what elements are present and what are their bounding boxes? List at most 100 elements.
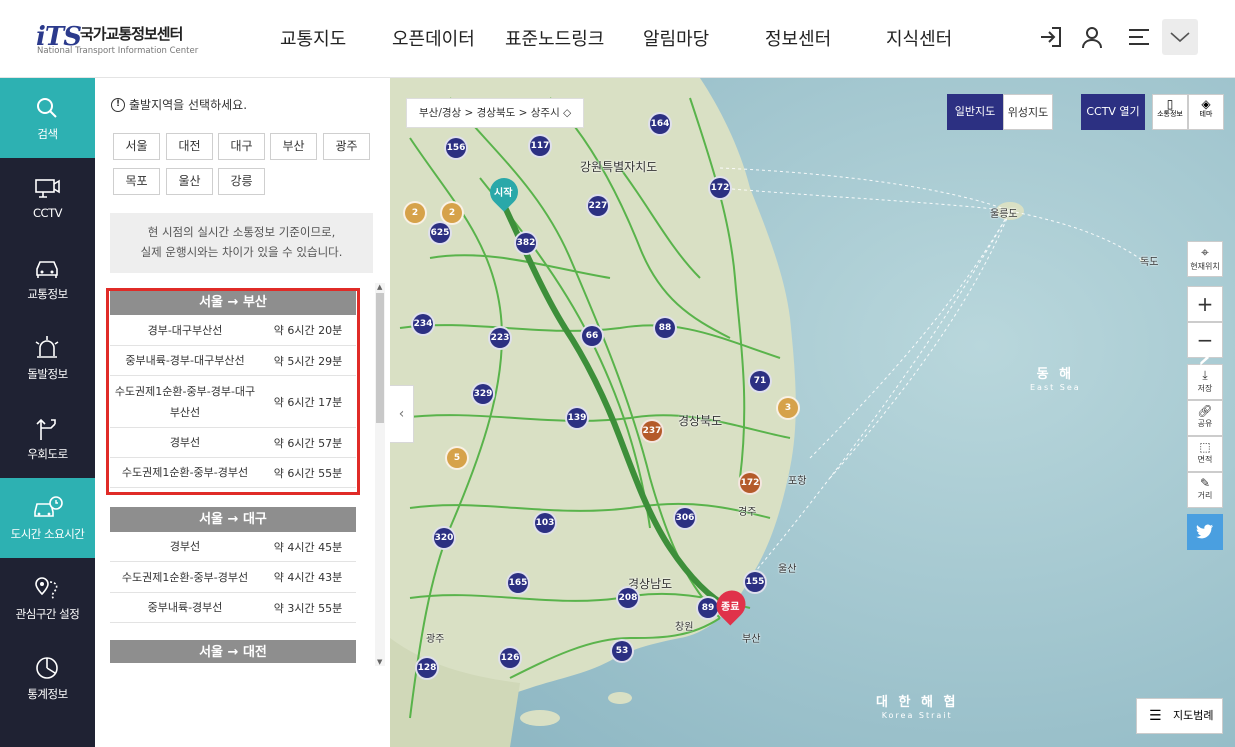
- traffic-cluster[interactable]: 164: [648, 112, 672, 136]
- sea-name-en: Korea Strait: [881, 711, 953, 720]
- sea-name-en: East Sea: [1030, 383, 1081, 392]
- cctv-open-button[interactable]: CCTV 열기: [1081, 94, 1145, 130]
- current-location-button[interactable]: ⌖ 현재위치: [1187, 241, 1223, 277]
- gnb-node-link[interactable]: 표준노드링크: [505, 25, 604, 51]
- chart-icon: [36, 657, 58, 679]
- traffic-cluster[interactable]: 103: [533, 511, 557, 535]
- login-icon[interactable]: [1036, 22, 1066, 52]
- map-legend-button[interactable]: ☰ 지도범례: [1136, 698, 1223, 734]
- traffic-map[interactable]: 강원특별자치도 경상북도 경상남도 부산 울산 포항 광주 창원 경주 울릉도 …: [390, 78, 1235, 747]
- traffic-cluster[interactable]: 128: [415, 656, 439, 680]
- scroll-down-icon[interactable]: ▼: [377, 658, 382, 666]
- route-title: 서울 → 대전: [110, 640, 356, 663]
- lnb-traffic[interactable]: 교통정보: [0, 238, 95, 318]
- traffic-cluster[interactable]: 139: [565, 406, 589, 430]
- gnb-notice[interactable]: 알림마당: [643, 25, 709, 51]
- traffic-cluster[interactable]: 66: [580, 324, 604, 348]
- traffic-cluster[interactable]: 306: [673, 506, 697, 530]
- region-breadcrumb[interactable]: 부산/경상 > 경상북도 > 상주시 ◇: [406, 98, 585, 128]
- city-button-daejeon[interactable]: 대전: [166, 133, 213, 160]
- traffic-cluster[interactable]: 155: [743, 570, 767, 594]
- chevron-right-icon[interactable]: ›: [1197, 336, 1223, 386]
- lnb-label: 교통정보: [27, 287, 68, 301]
- city-label: 부산: [742, 634, 761, 645]
- button-label: 지도범례: [1173, 709, 1214, 722]
- zoom-in-button[interactable]: +: [1187, 286, 1223, 322]
- lnb-interest-section[interactable]: 관심구간 설정: [0, 558, 95, 638]
- normal-map-button[interactable]: 일반지도: [947, 94, 1003, 130]
- traffic-cluster[interactable]: 237: [640, 419, 664, 443]
- gnb-info-center[interactable]: 정보센터: [765, 25, 831, 51]
- lnb-label: 우회도로: [27, 447, 68, 461]
- lnb-incident[interactable]: 돌발정보: [0, 318, 95, 398]
- scroll-up-icon[interactable]: ▲: [377, 283, 382, 291]
- traffic-cluster[interactable]: 320: [432, 526, 456, 550]
- traffic-cluster[interactable]: 2: [403, 201, 427, 225]
- traffic-cluster[interactable]: 126: [498, 646, 522, 670]
- lnb-statistics[interactable]: 통계정보: [0, 638, 95, 718]
- city-button-mokpo[interactable]: 목포: [113, 168, 160, 195]
- left-nav: 검색 CCTV 교통정보 돌발정보 우회도로 도시간 소요시간 관심구간 설정 …: [0, 78, 95, 747]
- lnb-city-travel-time[interactable]: 도시간 소요시간: [0, 478, 95, 558]
- traffic-cluster[interactable]: 329: [471, 382, 495, 406]
- gnb-open-data[interactable]: 오픈데이터: [392, 25, 475, 51]
- lnb-label: 관심구간 설정: [15, 607, 80, 621]
- traffic-cluster[interactable]: 165: [506, 571, 530, 595]
- satellite-map-button[interactable]: 위성지도: [1003, 94, 1053, 130]
- lnb-search[interactable]: 검색: [0, 78, 95, 158]
- user-icon[interactable]: [1077, 22, 1107, 52]
- theme-button[interactable]: ◈ 테마: [1188, 94, 1224, 130]
- distance-button[interactable]: ✎ 거리: [1187, 472, 1223, 508]
- route-time: 약 4시간 45분: [273, 540, 343, 554]
- notice-line: 현 시점의 실시간 소통정보 기준이므로,: [147, 225, 336, 239]
- ruler-icon: ✎: [1199, 476, 1211, 490]
- bus-clock-icon: [34, 496, 63, 517]
- route-row[interactable]: 경부선 약 4시간 45분: [110, 532, 356, 562]
- city-button-busan[interactable]: 부산: [270, 133, 317, 160]
- traffic-cluster[interactable]: 88: [653, 316, 677, 340]
- area-button[interactable]: ⬚ 면적: [1187, 436, 1223, 472]
- lnb-label: 통계정보: [27, 687, 68, 701]
- city-button-ulsan[interactable]: 울산: [166, 168, 213, 195]
- city-label: 광주: [426, 634, 445, 645]
- traffic-cluster[interactable]: 234: [411, 312, 435, 336]
- twitter-share-button[interactable]: [1187, 514, 1223, 550]
- island-label: 울릉도: [990, 209, 1018, 220]
- traffic-info-button[interactable]: ▯ 소통정보: [1152, 94, 1188, 130]
- menu-icon[interactable]: [1124, 22, 1154, 52]
- traffic-cluster[interactable]: 382: [514, 231, 538, 255]
- share-button[interactable]: 🔗︎ 공유: [1187, 400, 1223, 436]
- route-row[interactable]: 수도권제1순환-중부-경부선 약 4시간 43분: [110, 562, 356, 593]
- scroll-thumb[interactable]: [376, 293, 384, 423]
- gnb-traffic-map[interactable]: 교통지도: [280, 25, 346, 51]
- panel-scrollbar[interactable]: ▲ ▼: [375, 283, 385, 666]
- traffic-cluster[interactable]: 223: [488, 326, 512, 350]
- link-icon: 🔗︎: [1197, 404, 1213, 418]
- chevron-down-icon[interactable]: [1162, 19, 1198, 55]
- sea-name: 동 해: [1036, 367, 1075, 382]
- traffic-cluster[interactable]: 71: [748, 369, 772, 393]
- traffic-cluster[interactable]: 2: [440, 201, 464, 225]
- city-button-daegu[interactable]: 대구: [218, 133, 265, 160]
- route-row[interactable]: 중부내륙-경부선 약 3시간 55분: [110, 593, 356, 623]
- traffic-cluster[interactable]: 227: [586, 194, 610, 218]
- traffic-cluster[interactable]: 3: [776, 396, 800, 420]
- city-button-gangneung[interactable]: 강릉: [218, 168, 265, 195]
- lnb-detour[interactable]: 우회도로: [0, 398, 95, 478]
- panel-collapse-button[interactable]: ‹: [390, 385, 414, 443]
- city-button-seoul[interactable]: 서울: [113, 133, 160, 160]
- traffic-cluster[interactable]: 53: [610, 639, 634, 663]
- traffic-cluster[interactable]: 172: [738, 471, 762, 495]
- traffic-cluster[interactable]: 208: [616, 586, 640, 610]
- city-button-gwangju[interactable]: 광주: [323, 133, 370, 160]
- departure-prompt: ! 출발지역을 선택하세요.: [111, 96, 247, 113]
- twitter-icon: [1196, 524, 1213, 539]
- traffic-cluster[interactable]: 117: [528, 134, 552, 158]
- lnb-cctv[interactable]: CCTV: [0, 158, 95, 238]
- site-logo[interactable]: iTS 국가교통정보센터 National Transport Informat…: [36, 22, 206, 58]
- traffic-cluster[interactable]: 5: [445, 446, 469, 470]
- gnb-knowledge-center[interactable]: 지식센터: [886, 25, 952, 51]
- island-label: 독도: [1140, 257, 1159, 268]
- traffic-cluster[interactable]: 172: [708, 176, 732, 200]
- traffic-cluster[interactable]: 156: [444, 136, 468, 160]
